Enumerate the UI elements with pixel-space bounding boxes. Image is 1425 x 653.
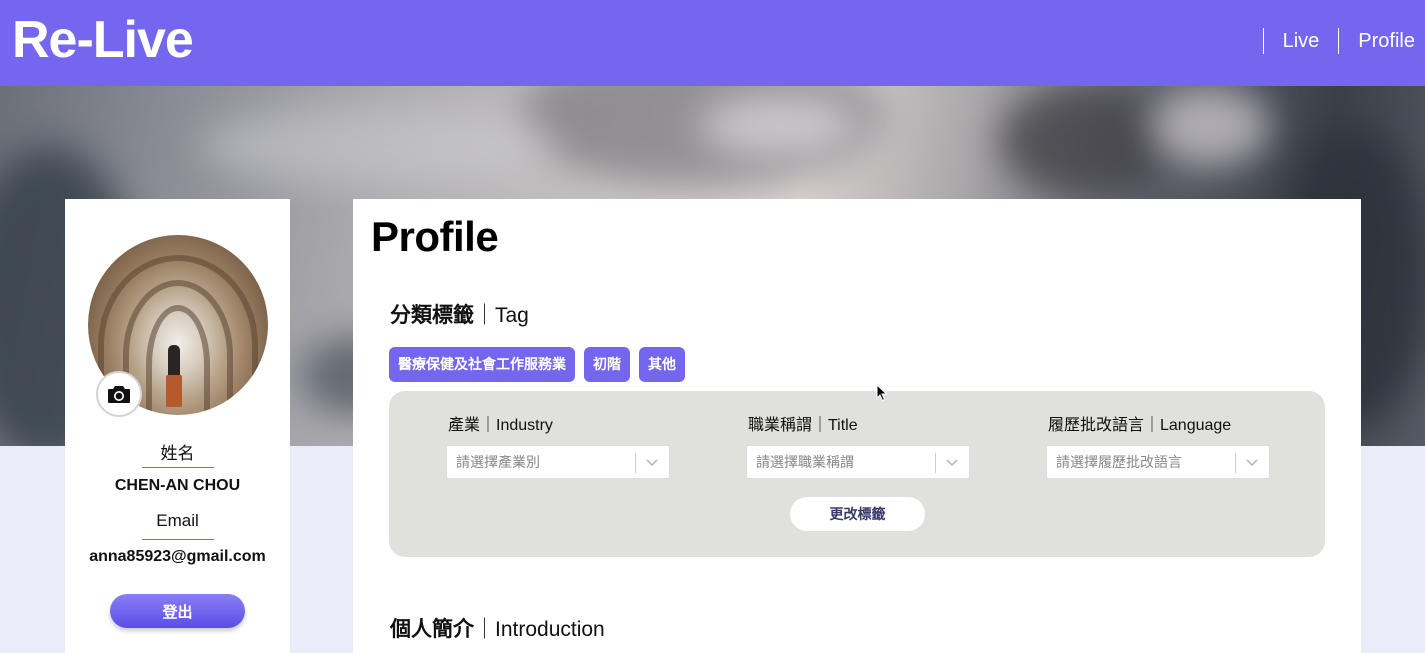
industry-placeholder: 請選擇產業別: [456, 454, 540, 470]
logo[interactable]: Re-Live: [12, 8, 194, 72]
divider: [142, 539, 214, 540]
tag-chip[interactable]: 初階: [584, 347, 630, 382]
title-label: 職業稱謂｜Title: [748, 417, 858, 434]
language-placeholder: 請選擇履歷批改語言: [1056, 454, 1182, 470]
tag-section-title: 分類標籤｜Tag: [390, 299, 529, 329]
tag-title-zh: 分類標籤: [390, 304, 474, 327]
tag-list: 醫療保健及社會工作服務業 初階 其他: [389, 347, 685, 382]
change-avatar-button[interactable]: [96, 371, 142, 417]
page-title: Profile: [371, 213, 499, 260]
industry-filter: 產業｜Industry 請選擇產業別: [446, 415, 670, 479]
industry-select[interactable]: 請選擇產業別: [446, 445, 670, 479]
name-label: 姓名: [160, 444, 195, 463]
logout-button[interactable]: 登出: [110, 594, 245, 628]
tag-title-sep: ｜: [474, 304, 495, 327]
nav-separator: [1262, 28, 1264, 54]
chevron-down-icon: [1246, 459, 1258, 467]
tag-chip[interactable]: 其他: [639, 347, 685, 382]
tag-filter-panel: 產業｜Industry 請選擇產業別 職業稱謂｜Title 請選擇職業稱謂 履歷…: [389, 391, 1325, 557]
language-label: 履歷批改語言｜Language: [1048, 417, 1232, 434]
nav-live[interactable]: Live: [1283, 28, 1320, 54]
intro-title-en: Introduction: [495, 618, 605, 641]
name-value: CHEN-AN CHOU: [114, 477, 241, 494]
email-label: Email: [156, 511, 199, 530]
title-filter: 職業稱謂｜Title 請選擇職業稱謂: [746, 415, 970, 479]
email-value: anna85923@gmail.com: [89, 548, 266, 565]
nav-profile[interactable]: Profile: [1358, 28, 1415, 54]
title-placeholder: 請選擇職業稱謂: [756, 454, 854, 470]
chevron-down-icon: [646, 459, 658, 467]
mouse-cursor-icon: [876, 384, 888, 402]
language-filter: 履歷批改語言｜Language 請選擇履歷批改語言: [1046, 415, 1270, 479]
language-select[interactable]: 請選擇履歷批改語言: [1046, 445, 1270, 479]
nav-separator: [1338, 28, 1340, 54]
camera-icon: [108, 386, 130, 403]
intro-title-sep: ｜: [474, 618, 495, 641]
title-select[interactable]: 請選擇職業稱謂: [746, 445, 970, 479]
chevron-down-icon: [946, 459, 958, 467]
industry-label: 產業｜Industry: [448, 417, 553, 434]
change-tags-button[interactable]: 更改標籤: [790, 497, 925, 531]
profile-main: Profile 分類標籤｜Tag 醫療保健及社會工作服務業 初階 其他 產業｜I…: [353, 199, 1361, 653]
tag-title-en: Tag: [495, 304, 529, 327]
profile-sidebar: 姓名 CHEN-AN CHOU Email anna85923@gmail.co…: [65, 199, 290, 653]
top-bar: Re-Live Live Profile: [0, 0, 1425, 86]
main-nav: Live Profile: [1244, 28, 1415, 54]
tag-chip[interactable]: 醫療保健及社會工作服務業: [389, 347, 575, 382]
divider: [142, 467, 214, 468]
intro-section-title: 個人簡介｜Introduction: [390, 613, 605, 643]
intro-title-zh: 個人簡介: [390, 618, 474, 641]
